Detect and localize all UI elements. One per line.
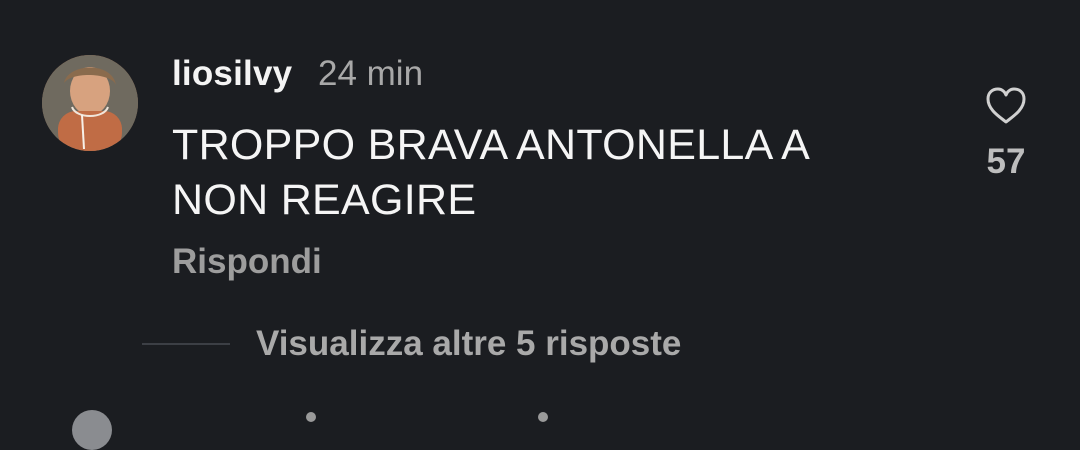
next-comment-text-peek bbox=[538, 412, 548, 422]
reply-button[interactable]: Rispondi bbox=[172, 242, 322, 282]
view-replies-row[interactable]: Visualizza altre 5 risposte bbox=[142, 320, 681, 368]
avatar[interactable] bbox=[42, 55, 138, 151]
next-comment-avatar bbox=[72, 410, 112, 450]
comment-text-line-1: TROPPO BRAVA ANTONELLA A bbox=[172, 121, 811, 169]
replies-divider-line bbox=[142, 343, 230, 345]
heart-icon[interactable] bbox=[984, 86, 1028, 126]
comment-username[interactable]: liosilvy bbox=[172, 54, 292, 94]
view-more-replies-button[interactable]: Visualizza altre 5 risposte bbox=[256, 324, 681, 364]
like-count: 57 bbox=[986, 142, 1026, 181]
comment-text: TROPPO BRAVA ANTONELLA A NON REAGIRE bbox=[172, 118, 932, 228]
next-comment-text-peek bbox=[306, 412, 316, 422]
comment-timestamp: 24 min bbox=[318, 54, 424, 93]
like-area: 57 bbox=[968, 86, 1044, 182]
comment-item: liosilvy 24 min TROPPO BRAVA ANTONELLA A… bbox=[0, 0, 1080, 300]
comment-text-line-2: NON REAGIRE bbox=[172, 176, 477, 224]
